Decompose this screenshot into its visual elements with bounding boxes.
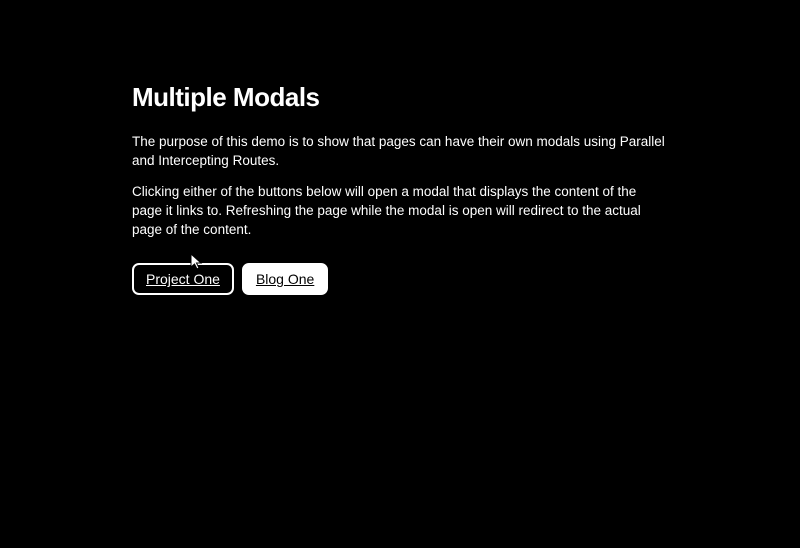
intro-paragraph-1: The purpose of this demo is to show that… bbox=[132, 133, 668, 171]
intro-paragraph-2: Clicking either of the buttons below wil… bbox=[132, 183, 668, 240]
button-row: Project One Blog One bbox=[132, 263, 668, 295]
page-title: Multiple Modals bbox=[132, 82, 668, 113]
project-one-button[interactable]: Project One bbox=[132, 263, 234, 295]
main-container: Multiple Modals The purpose of this demo… bbox=[0, 0, 800, 295]
blog-one-button[interactable]: Blog One bbox=[242, 263, 328, 295]
